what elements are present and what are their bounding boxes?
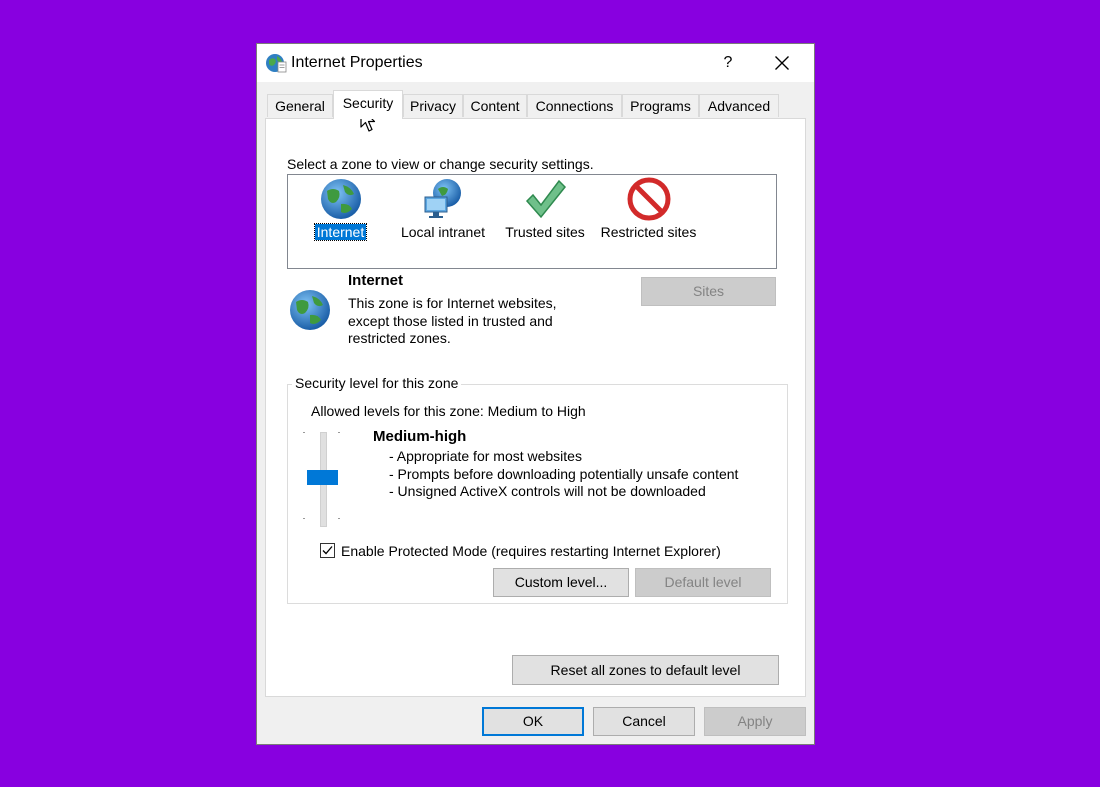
tab-content[interactable]: Content [463,94,527,117]
zone-local-intranet[interactable]: Local intranet [393,177,493,240]
zone-list: Internet Local intranet Trusted sites Re… [287,174,777,269]
reset-all-zones-button[interactable]: Reset all zones to default level [512,655,779,685]
checkmark-icon [322,546,333,555]
allowed-levels-text: Allowed levels for this zone: Medium to … [311,403,586,419]
zone-description-line: restricted zones. [348,330,451,346]
tab-general[interactable]: General [267,94,333,117]
zone-label-restricted-sites: Restricted sites [600,224,697,240]
sites-button[interactable]: Sites [641,277,776,306]
slider-tick [303,518,305,519]
window-title: Internet Properties [291,54,423,71]
tab-advanced[interactable]: Advanced [699,94,779,117]
tab-programs[interactable]: Programs [622,94,699,117]
security-level-group: Security level for this zone Allowed lev… [287,375,788,604]
zone-description-line: except those listed in trusted and [348,312,553,329]
zone-prompt: Select a zone to view or change security… [287,156,594,172]
zone-restricted-sites[interactable]: Restricted sites [596,177,701,240]
zone-name: Internet [348,272,404,289]
zone-internet[interactable]: Internet [308,177,373,241]
zone-label-internet: Internet [313,223,368,241]
close-icon [775,56,789,70]
security-level-slider[interactable] [303,430,347,528]
close-button[interactable] [759,44,805,82]
checkmark-icon [525,179,567,219]
slider-thumb[interactable] [307,470,338,485]
level-description: - Appropriate for most websites - Prompt… [389,448,738,501]
protected-mode-label[interactable]: Enable Protected Mode (requires restarti… [341,543,721,559]
slider-tick [303,432,305,433]
level-point: - Prompts before downloading potentially… [389,465,739,482]
globe-icon [320,179,361,219]
slider-tick [338,518,340,519]
zone-label-trusted-sites: Trusted sites [505,224,585,240]
apply-button[interactable]: Apply [704,707,806,736]
intranet-icon [424,179,461,218]
restricted-icon [627,177,670,221]
zone-trusted-sites[interactable]: Trusted sites [500,177,590,240]
zone-description: This zone is for Internet websites, exce… [348,295,557,348]
zone-description-line: This zone is for Internet websites, [348,295,557,311]
cancel-button[interactable]: Cancel [593,707,695,736]
zone-globe-icon [290,290,330,330]
protected-mode-checkbox[interactable] [320,543,335,558]
zone-label-local-intranet: Local intranet [400,224,486,240]
slider-tick [338,432,340,433]
internet-properties-icon [266,54,287,73]
ok-button[interactable]: OK [482,707,584,736]
tab-security[interactable]: Security [333,90,403,119]
internet-properties-dialog: Internet Properties ? General Security P… [256,43,815,745]
dialog-footer: OK Cancel Apply [257,697,814,744]
tab-privacy[interactable]: Privacy [403,94,463,117]
level-point: - Appropriate for most websites [389,448,582,464]
security-level-group-label: Security level for this zone [292,375,462,391]
tab-connections[interactable]: Connections [527,94,622,117]
security-tab-panel: Select a zone to view or change security… [265,118,806,697]
level-point: - Unsigned ActiveX controls will not be … [389,483,706,499]
level-name: Medium-high [373,428,467,445]
help-button[interactable]: ? [705,44,751,82]
custom-level-button[interactable]: Custom level... [493,568,629,597]
default-level-button[interactable]: Default level [635,568,771,597]
title-bar[interactable]: Internet Properties ? [257,44,814,82]
